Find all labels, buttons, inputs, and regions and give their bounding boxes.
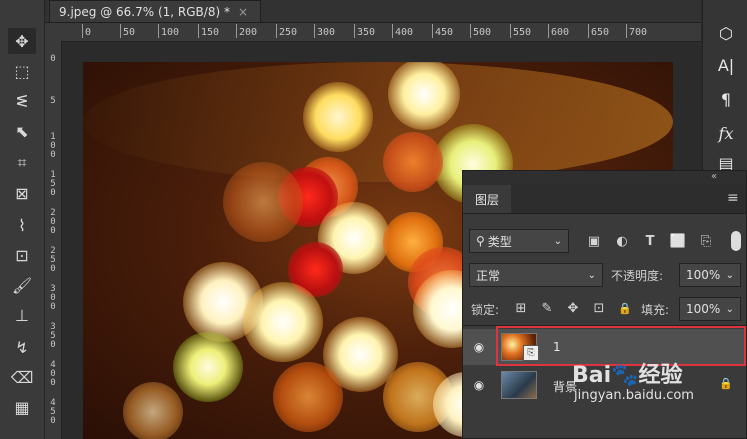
filter-kind-label: 类型: [487, 234, 512, 249]
lasso-tool-icon[interactable]: ᓬ: [8, 88, 36, 114]
character-icon[interactable]: A|: [713, 52, 739, 78]
ruler-tick: 550: [509, 24, 532, 38]
ruler-tick: 250: [275, 24, 298, 38]
fx-icon[interactable]: fx: [713, 120, 739, 146]
panel-menu-icon[interactable]: ≡: [727, 190, 739, 206]
collapse-icon[interactable]: «: [711, 171, 717, 182]
ruler-tick: 100: [157, 24, 180, 38]
document-tab-title: 9.jpeg @ 66.7% (1, RGB/8) *: [59, 4, 230, 19]
fill-value: 100%: [686, 302, 721, 316]
quick-select-tool-icon[interactable]: ⬉: [8, 118, 36, 144]
opacity-input[interactable]: 100% ⌄: [679, 263, 741, 287]
ruler-tick: 150: [197, 24, 220, 38]
lock-artboard-icon[interactable]: ⊡: [591, 299, 607, 317]
chevron-down-icon: ⌄: [725, 269, 734, 281]
ruler-tick: 3 0 0: [50, 284, 56, 312]
crop-tool-icon[interactable]: ⌗: [8, 150, 36, 176]
annotation-highlight-box: [496, 326, 746, 366]
watermark-brand: Bai🐾经验: [572, 363, 683, 388]
lock-brush-icon[interactable]: ✎: [539, 299, 555, 317]
paragraph-icon[interactable]: ¶: [713, 86, 739, 112]
ruler-tick: 4 0 0: [50, 360, 56, 388]
pixel-filter-icon[interactable]: ▣: [585, 231, 603, 251]
watermark-url: jingyan.baidu.com: [574, 388, 694, 403]
panel-header-strip: «: [463, 171, 746, 185]
eraser-tool-icon[interactable]: ⌫: [8, 364, 36, 390]
lock-pixels-icon[interactable]: ⊞: [513, 299, 529, 317]
gradient-tool-icon[interactable]: ▦: [8, 394, 36, 420]
ruler-tick: 700: [625, 24, 648, 38]
shape-filter-icon[interactable]: ⬜: [669, 231, 687, 251]
opacity-value: 100%: [686, 268, 721, 282]
document-tab[interactable]: 9.jpeg @ 66.7% (1, RGB/8) * ×: [49, 0, 261, 22]
ruler-tick: 0: [50, 54, 56, 64]
tab-layers[interactable]: 图层: [463, 185, 511, 213]
ruler-tick: 350: [353, 24, 376, 38]
ruler-tick: 5: [50, 96, 56, 106]
watermark: Bai🐾经验 jingyan.baidu.com: [572, 364, 694, 404]
document-tab-bar: 9.jpeg @ 66.7% (1, RGB/8) * ×: [45, 0, 701, 23]
ruler-tick: 2 0 0: [50, 208, 56, 236]
lock-label: 锁定:: [471, 303, 500, 317]
ruler-tick: 450: [431, 24, 454, 38]
stamp-tool-icon[interactable]: ⊥: [8, 302, 36, 328]
ruler-tick: 300: [313, 24, 336, 38]
smart-object-filter-icon[interactable]: ⎘: [697, 231, 715, 251]
ruler-tick: 4 5 0: [50, 398, 56, 426]
ruler-tick: 1 5 0: [50, 170, 56, 198]
3d-icon[interactable]: ⬡: [713, 20, 739, 46]
lock-icon: 🔒: [719, 377, 733, 390]
fill-input[interactable]: 100% ⌄: [679, 297, 741, 321]
horizontal-ruler[interactable]: 0 50 100 150 200 250 300 350 400 450 500…: [61, 23, 701, 42]
ruler-tick: 1 0 0: [50, 132, 56, 160]
ruler-tick: 200: [235, 24, 258, 38]
move-tool-icon[interactable]: ✥: [8, 28, 36, 54]
ruler-tick: 3 5 0: [50, 322, 56, 350]
adjustment-filter-icon[interactable]: ◐: [613, 231, 631, 251]
ruler-tick: 600: [547, 24, 570, 38]
chevron-down-icon: ⌄: [553, 235, 562, 247]
ruler-tick: 400: [391, 24, 414, 38]
ruler-tick: 500: [469, 24, 492, 38]
ruler-tick: 50: [119, 24, 136, 38]
marquee-tool-icon[interactable]: ⬚: [8, 58, 36, 84]
vertical-ruler[interactable]: 0 5 1 0 0 1 5 0 2 0 0 2 5 0 3 0 0 3 5 0 …: [45, 41, 62, 439]
layer-filter-select[interactable]: ⚲ 类型 ⌄: [469, 229, 569, 253]
lock-all-icon[interactable]: 🔒: [617, 299, 633, 317]
eyedropper-tool-icon[interactable]: ⌇: [8, 212, 36, 238]
blend-mode-select[interactable]: 正常 ⌄: [469, 263, 603, 287]
visibility-eye-icon[interactable]: ◉: [471, 377, 487, 393]
tools-panel: ✥ ⬚ ᓬ ⬉ ⌗ ⊠ ⌇ ⊡ 🖌 ⊥ ↯ ⌫ ▦: [0, 0, 45, 439]
brush-tool-icon[interactable]: 🖌: [8, 272, 36, 298]
frame-tool-icon[interactable]: ⊠: [8, 180, 36, 206]
layer-thumbnail: [501, 371, 537, 399]
history-brush-tool-icon[interactable]: ↯: [8, 334, 36, 360]
ruler-tick: 650: [587, 24, 610, 38]
ruler-origin[interactable]: [45, 23, 62, 42]
ruler-tick: 2 5 0: [50, 246, 56, 274]
search-icon: ⚲: [476, 234, 485, 248]
visibility-eye-icon[interactable]: ◉: [471, 339, 487, 355]
opacity-label: 不透明度:: [611, 269, 664, 283]
fill-label: 填充:: [641, 303, 670, 317]
chevron-down-icon: ⌄: [587, 269, 596, 281]
close-icon[interactable]: ×: [238, 5, 248, 19]
blend-mode-value: 正常: [476, 268, 501, 283]
healing-tool-icon[interactable]: ⊡: [8, 242, 36, 268]
lock-position-icon[interactable]: ✥: [565, 299, 581, 317]
chevron-down-icon: ⌄: [725, 303, 734, 315]
type-filter-icon[interactable]: T: [641, 231, 659, 251]
filter-toggle[interactable]: [731, 231, 741, 251]
ruler-tick: 0: [81, 24, 92, 38]
layers-panel-tabs: 图层 ≡: [463, 185, 746, 214]
